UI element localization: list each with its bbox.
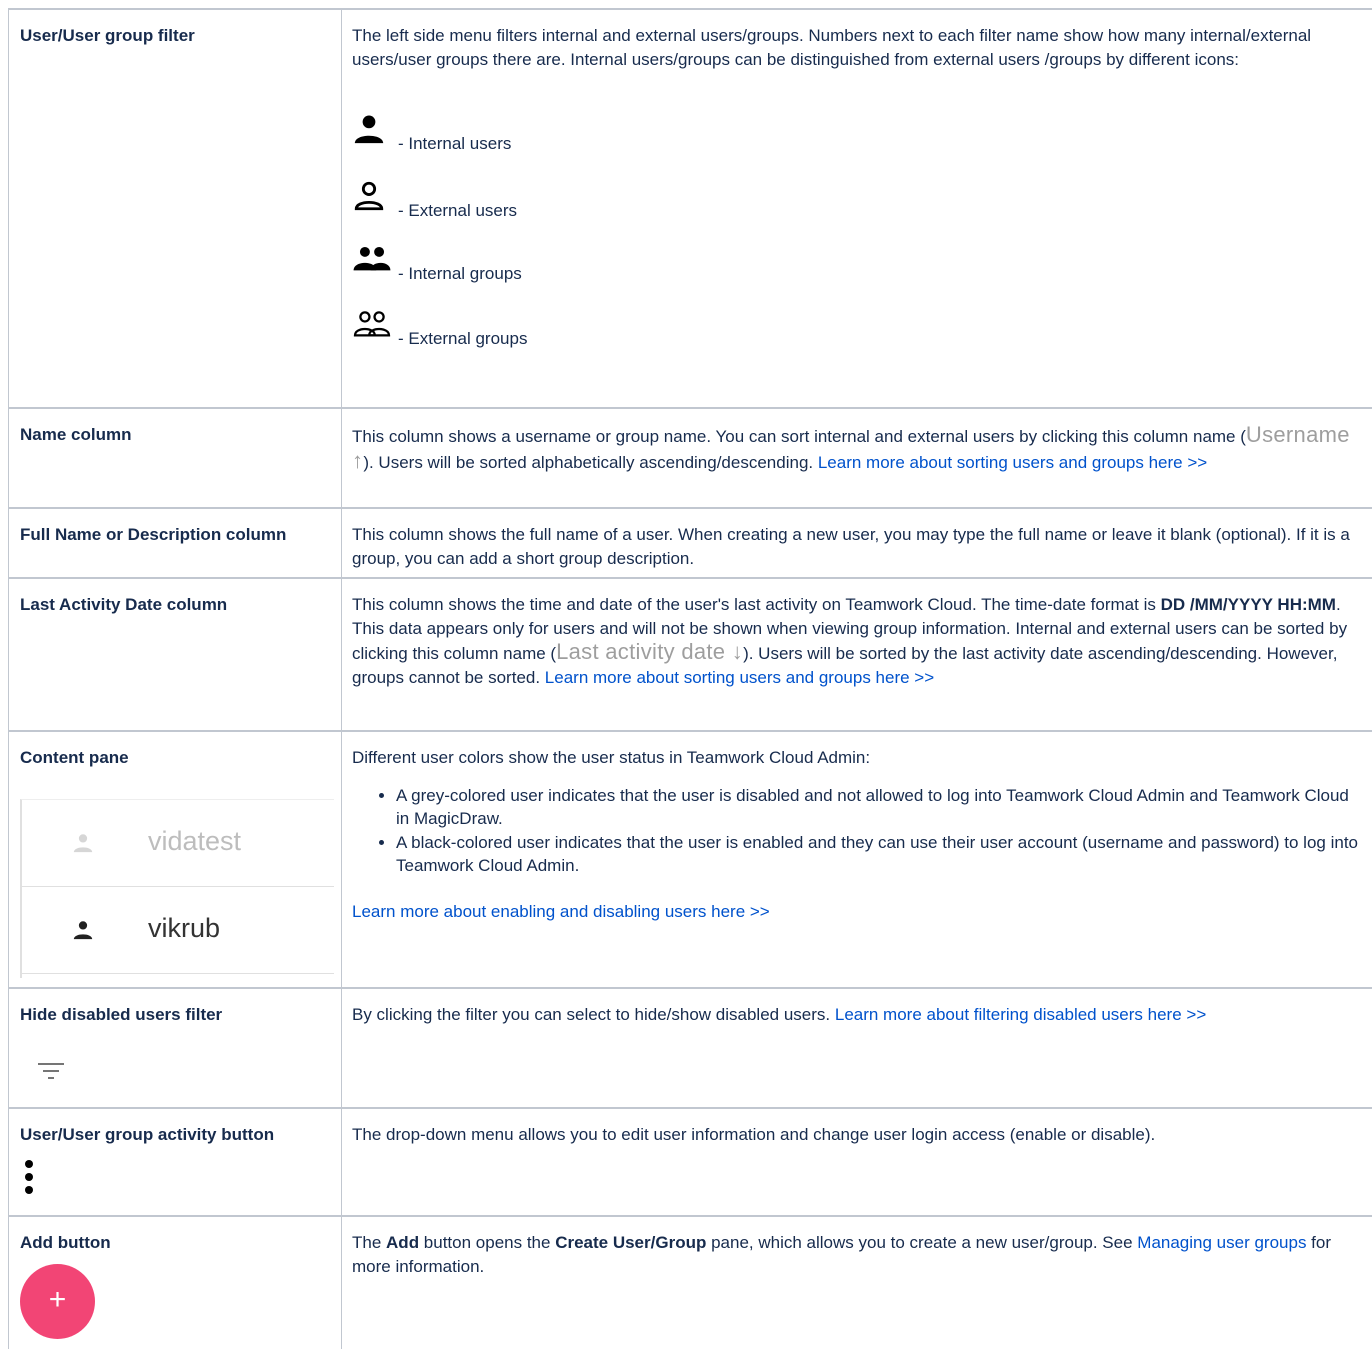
- row-header: Hide disabled users filter: [20, 1005, 223, 1024]
- header-cell: Add button +: [8, 1217, 342, 1349]
- row-header: Content pane: [20, 748, 129, 767]
- description-text: This column shows a username or group na…: [352, 423, 1362, 474]
- text-segment: The: [352, 1233, 387, 1252]
- filter-icon: [38, 1063, 64, 1079]
- text-segment: This column shows a username or group na…: [352, 427, 1246, 446]
- username: vikrub: [148, 913, 221, 943]
- inline-label: Last activity date: [556, 639, 726, 664]
- description-cell: By clicking the filter you can select to…: [342, 989, 1372, 1108]
- sorting-link[interactable]: Learn more about sorting users and group…: [818, 453, 1207, 472]
- legend-label: - External groups: [398, 329, 528, 348]
- row-header: Name column: [20, 425, 132, 444]
- add-button-preview: +: [20, 1264, 95, 1339]
- header-cell: User/User group activity button: [8, 1109, 342, 1216]
- description-cell: This column shows a username or group na…: [342, 409, 1372, 508]
- description-text: This column shows the full name of a use…: [352, 525, 1350, 568]
- table-row-name-column: Name column This column shows a username…: [8, 407, 1372, 508]
- description-text: The Add button opens the Create User/Gro…: [352, 1231, 1364, 1278]
- text-segment: button opens the: [419, 1233, 556, 1252]
- table-row-add-button: Add button + The Add button opens the Cr…: [8, 1215, 1372, 1349]
- arrow-up-icon: ↑: [352, 447, 364, 473]
- managing-user-groups-link[interactable]: Managing user groups: [1137, 1233, 1306, 1252]
- row-header: User/User group filter: [20, 26, 195, 45]
- text-segment: This column shows the time and date of t…: [352, 595, 1161, 614]
- legend-label: - External users: [398, 201, 518, 220]
- row-header: Full Name or Description column: [20, 525, 287, 544]
- legend-label: - Internal groups: [398, 264, 522, 283]
- text-segment: By clicking the filter you can select to…: [352, 1005, 835, 1024]
- sorting-link[interactable]: Learn more about sorting users and group…: [545, 668, 934, 687]
- row-header: Last Activity Date column: [20, 595, 228, 614]
- table-row-hide-disabled: Hide disabled users filter By clicking t…: [8, 987, 1372, 1108]
- bold-text: Create User/Group: [555, 1233, 707, 1252]
- content-pane-preview: vidatest vikrub: [20, 799, 334, 978]
- status-list: A grey-colored user indicates that the u…: [352, 784, 1364, 878]
- user-icon: [73, 921, 93, 940]
- header-cell: User/User group filter: [8, 10, 342, 408]
- list-item: A grey-colored user indicates that the u…: [396, 784, 1364, 831]
- header-cell: Last Activity Date column: [8, 579, 342, 731]
- description-text: By clicking the filter you can select to…: [352, 1003, 1364, 1027]
- description-cell: The Add button opens the Create User/Gro…: [342, 1217, 1372, 1349]
- internal-user-icon: [354, 115, 384, 144]
- internal-group-icon: [353, 246, 391, 271]
- filtering-link[interactable]: Learn more about filtering disabled user…: [835, 1005, 1206, 1024]
- description-cell: This column shows the full name of a use…: [342, 509, 1372, 578]
- table-row-user-filter: User/User group filter The left side men…: [8, 8, 1372, 408]
- description-cell: The drop-down menu allows you to edit us…: [342, 1109, 1372, 1216]
- description-text: The left side menu filters internal and …: [352, 26, 1312, 69]
- header-cell: Content pane vidatest vikrub: [8, 732, 342, 988]
- row-header: User/User group activity button: [20, 1125, 275, 1144]
- bold-text: Add: [386, 1233, 420, 1252]
- inline-label: Username: [1245, 422, 1350, 447]
- list-item: vidatest: [22, 800, 334, 887]
- text-segment: ). Users will be sorted alphabetically a…: [363, 452, 818, 472]
- description-cell: This column shows the time and date of t…: [342, 579, 1372, 731]
- text-segment: pane, which allows you to create a new u…: [706, 1233, 1138, 1252]
- header-cell: Full Name or Description column: [8, 509, 342, 578]
- description-text: This column shows the time and date of t…: [352, 593, 1362, 689]
- more-vert-icon: [25, 1160, 33, 1194]
- table-row-fullname-column: Full Name or Description column This col…: [8, 507, 1372, 578]
- table-row-last-activity: Last Activity Date column This column sh…: [8, 577, 1372, 731]
- table-row-content-pane: Content pane vidatest vikrub Different u…: [8, 730, 1372, 988]
- plus-icon: +: [48, 1283, 67, 1316]
- intro-text: Different user colors show the user stat…: [352, 748, 871, 767]
- external-group-icon: [353, 311, 391, 337]
- last-activity-column-header-image: Last activity date ↓: [556, 639, 743, 664]
- row-header: Add button: [20, 1233, 111, 1252]
- user-icon: [73, 834, 93, 853]
- description-text: The drop-down menu allows you to edit us…: [352, 1125, 1156, 1144]
- enable-disable-link[interactable]: Learn more about enabling and disabling …: [352, 902, 770, 921]
- list-item: vikrub: [22, 887, 334, 974]
- description-cell: Different user colors show the user stat…: [342, 732, 1372, 988]
- header-cell: Hide disabled users filter: [8, 989, 342, 1108]
- header-cell: Name column: [8, 409, 342, 508]
- external-user-icon: [354, 181, 384, 211]
- description-text: Different user colors show the user stat…: [352, 746, 1364, 923]
- table-row-activity-button: User/User group activity button The drop…: [8, 1107, 1372, 1216]
- features-table: User/User group filter The left side men…: [8, 8, 1372, 1349]
- list-item: A black-colored user indicates that the …: [396, 831, 1364, 878]
- username: vidatest: [148, 826, 242, 856]
- date-format: DD /MM/YYYY HH:MM: [1160, 595, 1336, 614]
- arrow-down-icon: ↓: [731, 639, 744, 664]
- description-cell: The left side menu filters internal and …: [342, 10, 1372, 408]
- legend-label: - Internal users: [398, 134, 512, 153]
